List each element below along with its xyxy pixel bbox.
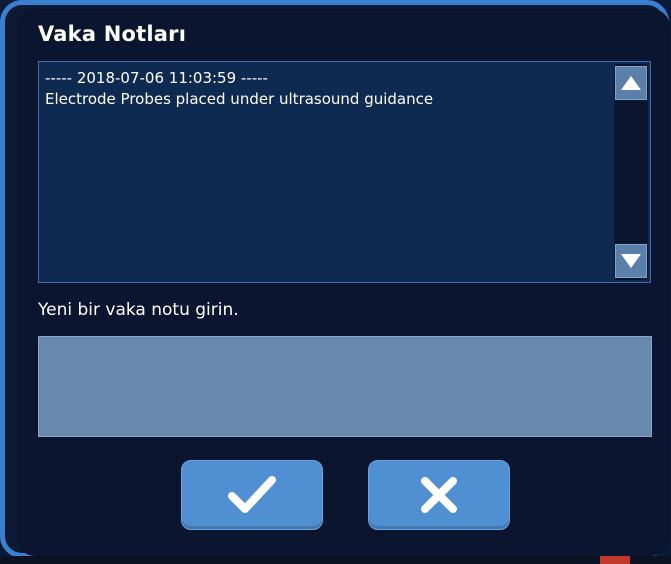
checkmark-icon [228,476,276,513]
background-strip [0,556,671,564]
dialog-title: Vaka Notları [38,22,187,46]
case-notes-history[interactable]: ----- 2018-07-06 11:03:59 ----- Electrod… [38,61,651,283]
triangle-down-icon [621,254,641,268]
notes-scrollbar[interactable] [614,64,648,280]
notes-line-entry: Electrode Probes placed under ultrasound… [45,90,434,108]
new-note-input[interactable] [38,336,652,437]
triangle-up-icon [621,76,641,90]
new-note-prompt: Yeni bir vaka notu girin. [38,300,239,320]
scroll-down-button[interactable] [615,244,647,278]
scroll-up-button[interactable] [615,66,647,100]
notes-text-area: ----- 2018-07-06 11:03:59 ----- Electrod… [45,68,605,110]
cancel-button[interactable] [368,460,510,530]
background-accent [600,556,630,564]
notes-line-timestamp: ----- 2018-07-06 11:03:59 ----- [45,69,268,87]
close-x-icon [421,477,457,513]
confirm-button[interactable] [181,460,323,530]
